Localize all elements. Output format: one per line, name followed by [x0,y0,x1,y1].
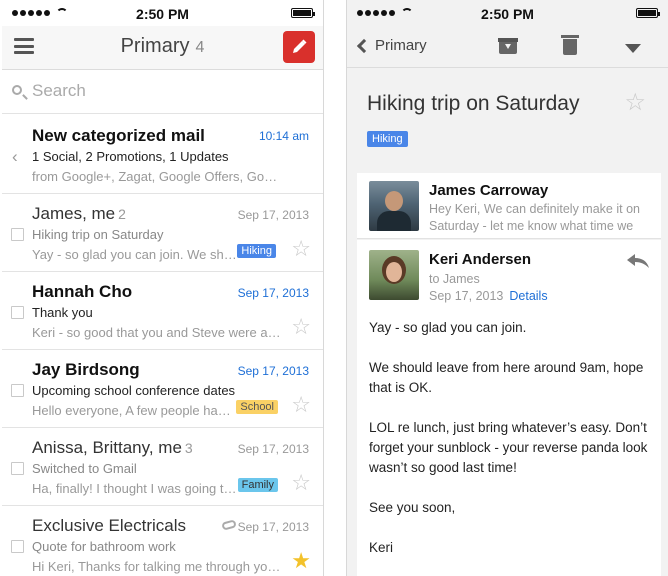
inbox-title: Primary 4 [2,35,323,58]
mail-sender-name: New categorized mail [32,126,205,145]
mail-checkbox[interactable] [11,540,24,553]
chevron-left-icon: ‹ [12,147,18,166]
mail-sender: Jay Birdsong [32,360,140,380]
inbox-screen: 2:50 PM Primary 4 Search ‹ New categorized… [2,0,324,576]
mail-checkbox[interactable] [11,462,24,475]
message-recipient: to James [429,272,480,286]
chevron-down-icon[interactable] [625,44,641,53]
message-sender: Keri Andersen [429,251,531,268]
mail-sender-name: Anissa, Brittany, me [32,438,182,457]
body-paragraph: Keri [369,540,394,555]
back-label: Primary [375,37,427,54]
mail-date: Sep 17, 2013 [237,208,309,222]
mail-date: Sep 17, 2013 [237,442,309,456]
mail-sender: James, me 2 [32,204,126,224]
mail-row[interactable]: James, me 2 Sep 17, 2013 Hiking trip on Sat… [2,194,323,272]
avatar [369,250,419,300]
body-paragraph: See you soon, [369,500,456,515]
thread-label-hiking[interactable]: Hiking [367,131,408,147]
mail-sender: Hannah Cho [32,282,132,302]
mail-subject: Upcoming school conference dates [32,383,236,398]
message-date: Sep 17, 2013 [429,289,504,303]
pencil-icon [293,39,307,53]
inbox-unread-count: 4 [195,39,205,56]
body-paragraph: LOL re lunch, just bring whatever’s easy… [369,420,648,475]
mail-sender: Exclusive Electricals [32,516,186,536]
body-paragraph: We should leave from here around 9am, ho… [369,360,644,395]
trash-icon[interactable] [561,35,579,55]
mail-snippet: Hi Keri, Thanks for talking me through y… [32,559,282,574]
inbox-header: Primary 4 [2,26,323,70]
message-sender: James Carroway [429,182,549,199]
mail-row[interactable]: Jay Birdsong Sep 17, 2013 Upcoming school … [2,350,323,428]
mail-date: Sep 17, 2013 [237,364,309,378]
search-bar[interactable]: Search [2,70,323,114]
mail-checkbox[interactable] [11,306,24,319]
mail-row[interactable]: Anissa, Brittany, me 3 Sep 17, 2013 Switche… [2,428,323,506]
search-icon [12,85,22,95]
battery-icon [636,8,660,18]
mail-sender-name: Hannah Cho [32,282,133,301]
mail-label-family[interactable]: Family [237,478,278,492]
mail-sender-name: James, me [32,204,116,223]
mail-date: Sep 17, 2013 [237,520,309,534]
thread-toolbar: Primary [347,26,668,68]
mail-snippet: Ha, finally! I thought I was going to… [32,481,237,496]
mail-row[interactable]: Hannah Cho Sep 17, 2013 Thank you Keri - so… [2,272,323,350]
mail-row[interactable]: ‹ New categorized mail 10:14 am 1 Social, 2… [2,114,323,194]
mail-sender: New categorized mail [32,126,205,146]
star-icon[interactable]: ☆ [291,238,311,260]
mail-subject: Quote for bathroom work [32,539,176,554]
mail-label-school[interactable]: School [236,400,278,414]
mail-label-hiking[interactable]: Hiking [237,244,276,258]
inbox-title-text: Primary [120,35,190,57]
search-input[interactable]: Search [32,81,86,101]
reply-icon[interactable] [627,254,649,268]
back-button[interactable]: Primary [355,37,427,54]
mail-checkbox[interactable] [11,228,24,241]
mail-subject: Switched to Gmail [32,461,137,476]
collapsed-message[interactable]: James Carroway Hey Keri, We can definite… [357,173,661,239]
mail-date: Sep 17, 2013 [237,286,309,300]
mail-list: ‹ New categorized mail 10:14 am 1 Social, 2… [2,114,323,576]
star-icon[interactable]: ☆ [291,472,311,494]
mail-snippet: Yay - so glad you can join. We sho… [32,247,237,262]
message-date-line: Sep 17, 2013 Details [429,289,548,303]
attachment-icon [221,519,237,531]
mail-row[interactable]: Exclusive Electricals Sep 17, 2013 Quote f… [2,506,323,576]
thread-subject: Hiking trip on Saturday [367,92,580,115]
mail-sender-name: Jay Birdsong [32,360,140,379]
mail-sender: Anissa, Brittany, me 3 [32,438,193,458]
mail-subject: Thank you [32,305,93,320]
mail-subject: 1 Social, 2 Promotions, 1 Updates [32,149,229,164]
star-icon[interactable]: ☆ [291,316,311,338]
thread-screen: 2:50 PM Primary Hiking trip on Saturday … [346,0,668,576]
details-link[interactable]: Details [509,289,547,303]
mail-snippet: from Google+, Zagat, Google Offers, Goo… [32,169,282,184]
status-time: 2:50 PM [136,6,189,22]
mail-date: 10:14 am [258,129,309,143]
mail-checkbox[interactable] [11,384,24,397]
mail-thread-count: 2 [118,206,126,222]
star-icon[interactable]: ★ [291,550,311,572]
status-bar: 2:50 PM [2,0,323,26]
status-time: 2:50 PM [481,6,534,22]
compose-button[interactable] [283,31,315,63]
avatar [369,181,419,231]
mail-thread-count: 3 [184,440,193,456]
message-body: Yay - so glad you can join. We should le… [369,318,653,576]
status-bar: 2:50 PM [347,0,668,26]
body-paragraph: Yay - so glad you can join. [369,320,527,335]
mail-snippet: Keri - so good that you and Steve were a… [32,325,282,340]
star-icon[interactable]: ☆ [624,88,646,117]
battery-icon [291,8,315,18]
mail-snippet: Hello everyone, A few people hav… [32,403,237,418]
star-icon[interactable]: ☆ [291,394,311,416]
mail-subject: Hiking trip on Saturday [32,227,164,242]
mail-sender-name: Exclusive Electricals [32,516,186,535]
expanded-message: Keri Andersen to James Sep 17, 2013 Detai… [357,240,661,576]
chevron-left-icon [356,38,372,53]
archive-icon[interactable] [498,38,518,54]
message-snippet: Hey Keri, We can definitely make it on S… [429,202,640,233]
